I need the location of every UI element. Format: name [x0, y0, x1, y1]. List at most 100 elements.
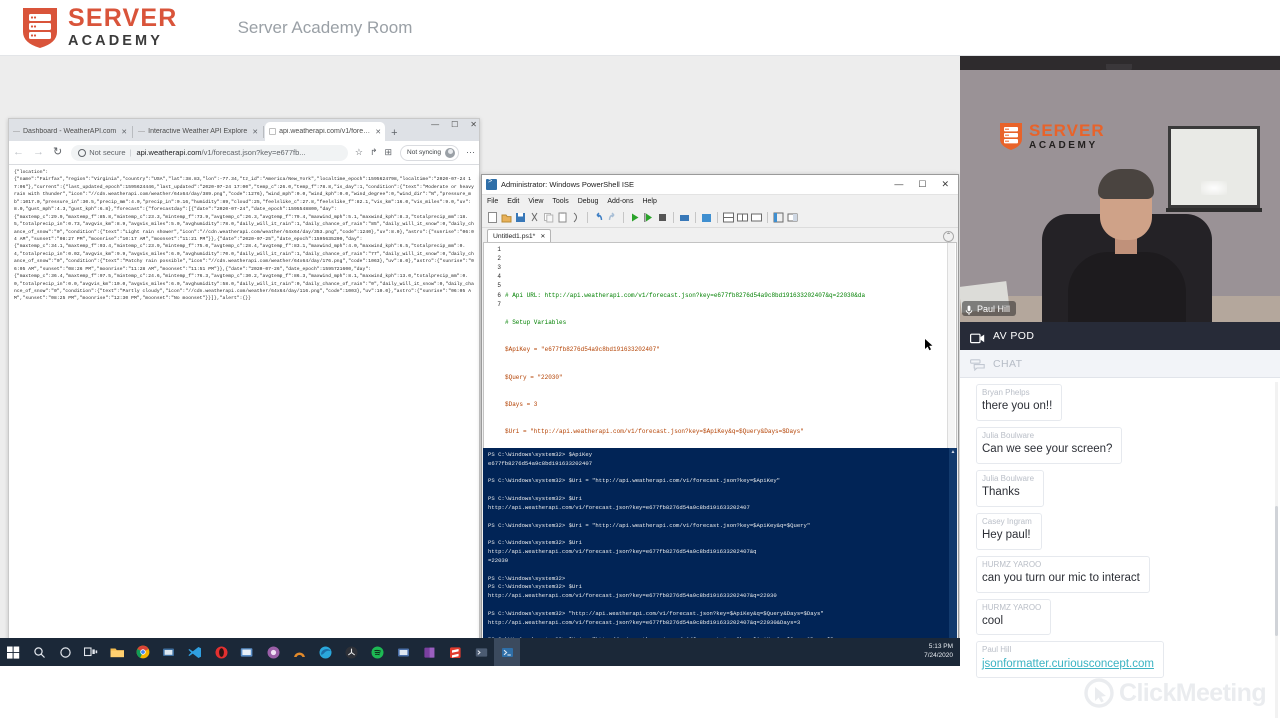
- chat-message[interactable]: Casey Ingram Hey paul!: [976, 513, 1042, 550]
- close-file-tab-icon[interactable]: ✕: [540, 233, 545, 240]
- brand-logo[interactable]: SERVER ACADEMY: [20, 6, 178, 50]
- chat-message[interactable]: HURMZ YAROO cool: [976, 599, 1051, 636]
- chat-message-list[interactable]: Bryan Phelps there you on!! Julia Boulwa…: [960, 378, 1280, 720]
- console-scrollbar[interactable]: ▲: [949, 448, 957, 666]
- chat-scrollbar-thumb[interactable]: [1275, 506, 1278, 636]
- menu-debug[interactable]: Debug: [578, 198, 599, 205]
- stop-remote-icon[interactable]: [700, 211, 713, 224]
- powershell-ise-icon[interactable]: [494, 638, 520, 666]
- new-file-icon[interactable]: [486, 211, 499, 224]
- close-window-button[interactable]: ✕: [470, 120, 477, 129]
- console-pane[interactable]: PS C:\Windows\system32> $ApiKey e677fb82…: [483, 448, 957, 666]
- edge-icon[interactable]: [312, 638, 338, 666]
- copy-icon[interactable]: [542, 211, 555, 224]
- editor-scrollbar[interactable]: [947, 243, 955, 454]
- taskbar-clock[interactable]: 5:13 PM 7/24/2020: [924, 643, 960, 661]
- collapse-pane-icon[interactable]: ⌃: [943, 231, 954, 242]
- close-tab-icon[interactable]: ✕: [252, 128, 258, 136]
- maximize-button[interactable]: ☐: [918, 180, 926, 189]
- windows-terminal-icon[interactable]: [468, 638, 494, 666]
- menu-edit[interactable]: Edit: [507, 198, 519, 205]
- run-script-icon[interactable]: [628, 211, 641, 224]
- task-view-icon[interactable]: [78, 638, 104, 666]
- ghost-icon[interactable]: [338, 638, 364, 666]
- powershell-ise-window[interactable]: Administrator: Windows PowerShell ISE — …: [481, 174, 959, 666]
- reload-icon[interactable]: ↻: [53, 147, 62, 158]
- search-icon[interactable]: [26, 638, 52, 666]
- webcam-video[interactable]: SERVER ACADEMY Paul Hill: [960, 56, 1280, 322]
- minimize-button[interactable]: —: [431, 120, 439, 129]
- browser-tab-active[interactable]: api.weatherapi.com/v1/forecast. ✕: [265, 122, 385, 141]
- save-icon[interactable]: [514, 211, 527, 224]
- close-tab-icon[interactable]: ✕: [375, 128, 381, 136]
- av-pod-header[interactable]: AV POD: [960, 322, 1280, 350]
- chat-message[interactable]: Julia Boulware Can we see your screen?: [976, 427, 1122, 464]
- chat-message[interactable]: Bryan Phelps there you on!!: [976, 384, 1062, 421]
- layout-maximize-icon[interactable]: [750, 211, 763, 224]
- redo-icon[interactable]: [606, 211, 619, 224]
- camtasia-icon[interactable]: [260, 638, 286, 666]
- close-window-button[interactable]: ✕: [941, 180, 949, 189]
- message-link[interactable]: jsonformatter.curiousconcept.com: [982, 657, 1154, 673]
- spotify-icon[interactable]: [364, 638, 390, 666]
- run-remote-icon[interactable]: [678, 211, 691, 224]
- back-icon[interactable]: ←: [13, 147, 24, 158]
- chat-message-row: Julia Boulware Thanks: [960, 470, 1280, 513]
- file-explorer-icon[interactable]: [104, 638, 130, 666]
- collections-icon[interactable]: ↱: [370, 148, 378, 157]
- onenote-icon[interactable]: [416, 638, 442, 666]
- sublime-icon[interactable]: [442, 638, 468, 666]
- menu-addons[interactable]: Add-ons: [607, 198, 633, 205]
- bookmark-star-icon[interactable]: ☆: [355, 148, 363, 157]
- chat-message[interactable]: HURMZ YAROO can you turn our mic to inte…: [976, 556, 1150, 593]
- cut-icon[interactable]: [528, 211, 541, 224]
- remote-desktop-icon[interactable]: [156, 638, 182, 666]
- stop-script-icon[interactable]: [656, 211, 669, 224]
- profile-button[interactable]: Not syncing: [400, 145, 459, 161]
- browser-tab[interactable]: Dashboard - WeatherAPI.com ✕: [9, 122, 131, 141]
- clear-console-icon[interactable]: [570, 211, 583, 224]
- chat-message[interactable]: Paul Hill jsonformatter.curiousconcept.c…: [976, 641, 1164, 678]
- more-menu-icon[interactable]: ⋯: [466, 148, 475, 157]
- layout-top-bottom-icon[interactable]: [722, 211, 735, 224]
- powershell-file-tab-row: Untitled1.ps1* ✕ ⌃: [482, 228, 958, 243]
- vscode-icon[interactable]: [182, 638, 208, 666]
- start-icon[interactable]: [0, 638, 26, 666]
- menu-file[interactable]: File: [487, 198, 498, 205]
- microphone-icon[interactable]: [965, 303, 973, 314]
- menu-tools[interactable]: Tools: [552, 198, 568, 205]
- menu-view[interactable]: View: [528, 198, 543, 205]
- cortana-icon[interactable]: [52, 638, 78, 666]
- address-bar[interactable]: Not secure | api.weatherapi.com /v1/fore…: [71, 145, 348, 161]
- layout-side-by-side-icon[interactable]: [736, 211, 749, 224]
- minimize-button[interactable]: —: [894, 180, 903, 189]
- show-command-addon-icon[interactable]: [786, 211, 799, 224]
- script-code-area[interactable]: # Api URL: http://api.weatherapi.com/v1/…: [504, 243, 956, 454]
- toolbar-overflow-icon[interactable]: [800, 211, 813, 224]
- new-tab-button[interactable]: +: [391, 128, 397, 139]
- scroll-up-icon[interactable]: ▲: [949, 448, 957, 456]
- open-file-icon[interactable]: [500, 211, 513, 224]
- undo-icon[interactable]: [592, 211, 605, 224]
- tab-divider: [263, 126, 264, 138]
- script-editor-pane[interactable]: 1 2 3 4 5 6 7 # Api URL: http://api.weat…: [483, 242, 957, 455]
- windows-taskbar[interactable]: 5:13 PM 7/24/2020: [0, 638, 960, 666]
- forward-icon[interactable]: →: [33, 147, 44, 158]
- browser-window[interactable]: Dashboard - WeatherAPI.com ✕ Interactive…: [8, 118, 480, 666]
- maximize-button[interactable]: ☐: [451, 120, 458, 129]
- show-script-pane-icon[interactable]: [772, 211, 785, 224]
- menu-help[interactable]: Help: [642, 198, 656, 205]
- chrome-icon[interactable]: [130, 638, 156, 666]
- snip-icon[interactable]: [390, 638, 416, 666]
- close-tab-icon[interactable]: ✕: [121, 128, 127, 136]
- extensions-icon[interactable]: ⊞: [384, 148, 392, 157]
- browser-tab[interactable]: Interactive Weather API Explore ✕: [134, 122, 262, 141]
- arc-icon[interactable]: [286, 638, 312, 666]
- run-selection-icon[interactable]: [642, 211, 655, 224]
- rdp-icon[interactable]: [234, 638, 260, 666]
- opera-gx-icon[interactable]: [208, 638, 234, 666]
- chat-message[interactable]: Julia Boulware Thanks: [976, 470, 1044, 507]
- chat-header[interactable]: CHAT: [960, 350, 1280, 378]
- paste-icon[interactable]: [556, 211, 569, 224]
- file-tab-untitled1[interactable]: Untitled1.ps1* ✕: [487, 229, 551, 243]
